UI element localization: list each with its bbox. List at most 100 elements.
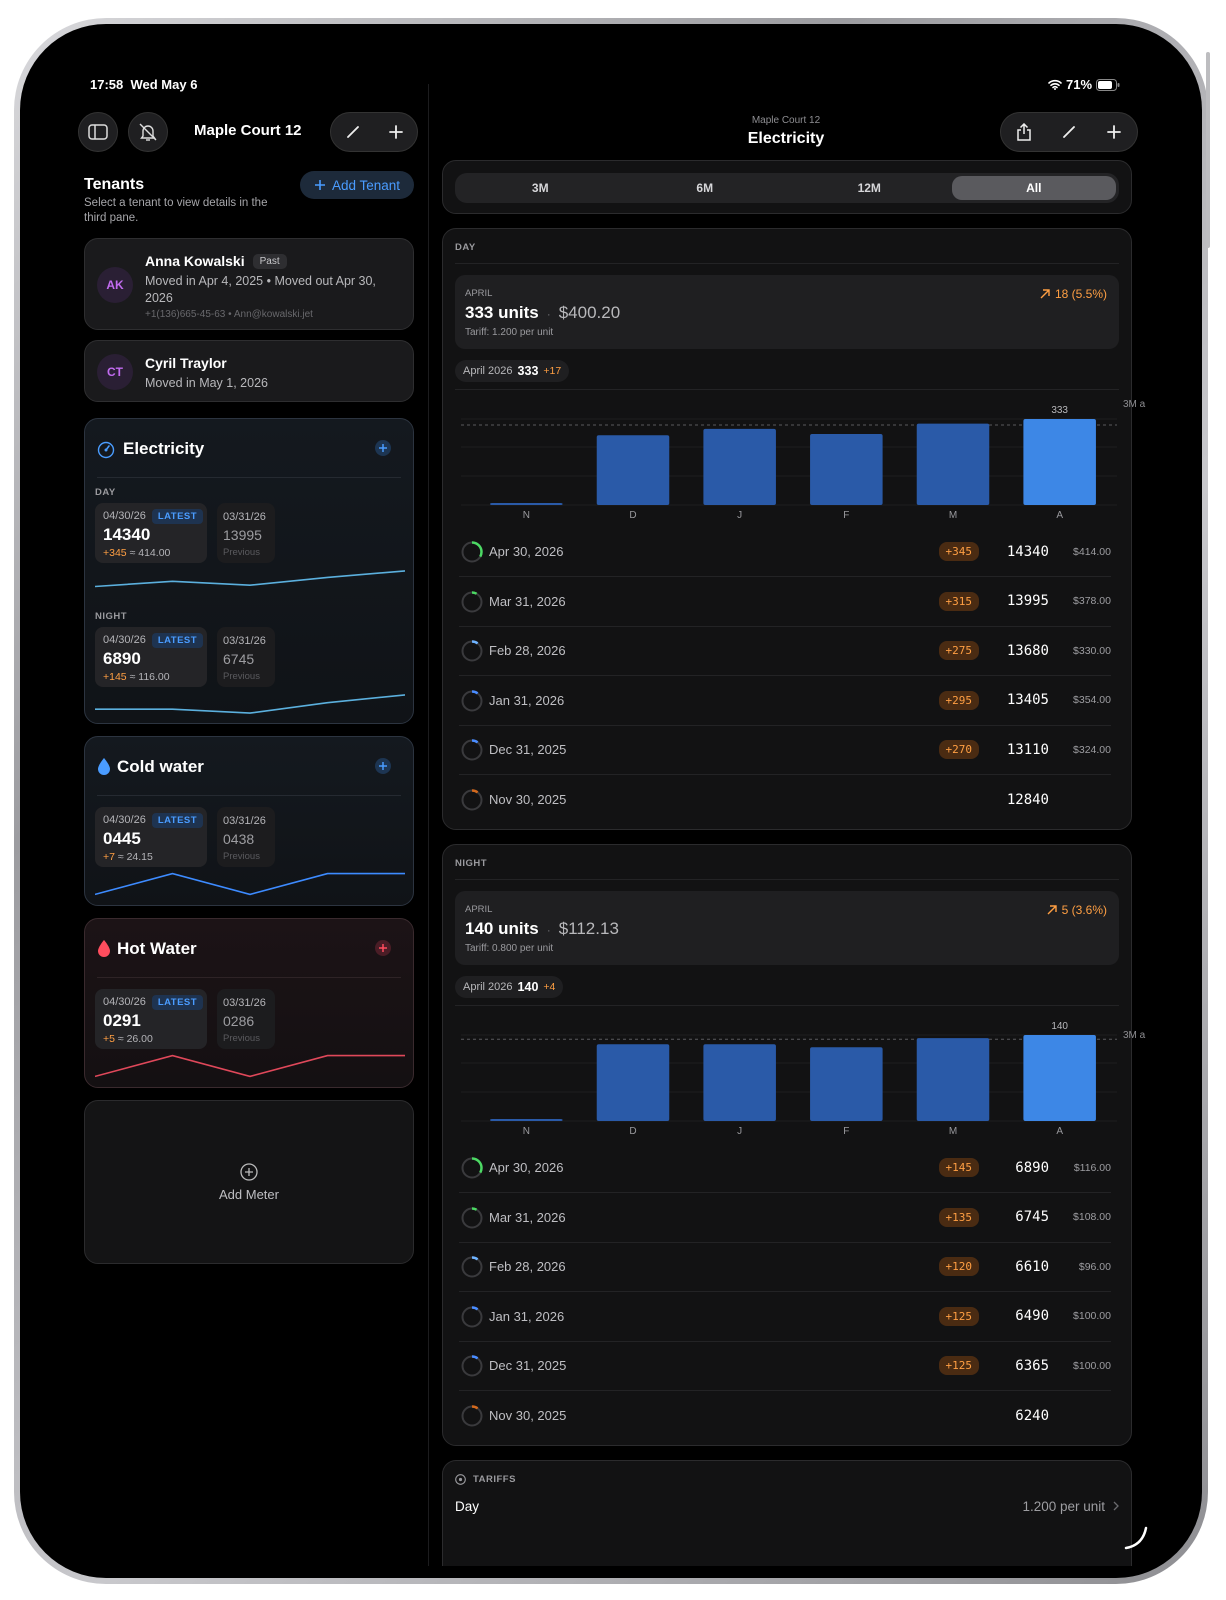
latest-badge: LATEST [151,509,204,524]
range-6m[interactable]: 6M [623,176,788,200]
progress-ring-icon [461,1305,483,1328]
plus-icon [379,944,387,952]
arrow-up-right-icon [1040,289,1050,299]
device-frame: 17:58 Wed May 6 71% Maple Court 12 Tenan… [14,18,1208,1584]
history-value: 13995 [1006,593,1049,609]
progress-ring-icon [461,689,483,712]
history-row[interactable]: Dec 31, 2025 +125 6365 $100.00 [459,1341,1111,1391]
share-button[interactable] [1001,113,1046,151]
notifications-button[interactable] [128,112,168,152]
bar-N[interactable] [490,1119,563,1121]
tenant-dates: Moved in May 1, 2026 [145,376,268,390]
history-row[interactable]: Jan 31, 2026 +295 13405 $354.00 [459,676,1111,726]
history-value: 14340 [1006,543,1049,560]
divider [455,263,1119,264]
previous-label: Previous [223,547,260,558]
add-meter-button[interactable]: Add Meter [84,1100,414,1264]
history-value: 6365 [1015,1357,1049,1374]
sparkline-path [95,1054,405,1078]
tariff-row[interactable]: Day 1.200 per unit [455,1495,1119,1517]
add-tenant-button[interactable]: Add Tenant [300,171,414,199]
bar-F[interactable] [810,1047,883,1121]
edit-button[interactable] [331,113,374,151]
add-button[interactable] [374,113,417,151]
badge-period: April 2026 [463,981,513,993]
tick-label: M [949,510,957,521]
reading-date: 03/31/26 [223,815,266,827]
add-reading-button[interactable] [375,758,391,774]
history-row[interactable]: Nov 30, 2025 12840 [459,775,1111,825]
bar-M[interactable] [916,1038,990,1121]
history-row[interactable]: Feb 28, 2026 +120 6610 $96.00 [459,1242,1111,1292]
history-delta: +125 [938,1356,979,1375]
history-row[interactable]: Feb 28, 2026 +275 13680 $330.00 [459,626,1111,676]
tenant-card-anna[interactable]: AK Anna Kowalski Past Moved in Apr 4, 20… [84,238,414,330]
range-all[interactable]: All [951,176,1116,200]
avatar: AK [97,267,133,303]
add-reading-button[interactable] [375,440,391,456]
previous-reading: 03/31/26 0438 Previous [217,807,275,867]
detail-actions [1000,112,1138,152]
tenants-title: Tenants [84,176,145,193]
history-row[interactable]: Apr 30, 2026 +145 6890 $116.00 [459,1143,1111,1193]
range-3m[interactable]: 3M [458,176,623,200]
reading-delta: +7 [103,851,115,863]
bar-D[interactable] [596,435,670,505]
bar-J[interactable] [703,428,776,505]
tick-label: J [737,1126,742,1137]
progress-ring-icon [461,1355,483,1377]
history-value: 13680 [1006,642,1049,659]
plus-icon [379,444,387,452]
tenant-name: Anna Kowalski [145,253,245,269]
bar-D[interactable] [596,1044,670,1121]
progress-ring-icon [461,1256,483,1278]
tenant-name-row: Anna Kowalski Past [145,253,287,269]
summary-tariff: Tariff: 1.200 per unit [465,327,554,338]
avatar: CT [97,354,133,390]
reading-date: 03/31/26 [223,997,266,1009]
history-delta: +145 [938,1158,979,1177]
meter-card-cold-water[interactable]: Cold water 04/30/26 LATEST 0445 +7 ≈ 24.1… [84,736,414,906]
add-reading-button[interactable] [375,940,391,956]
badge-delta: +17 [543,365,562,377]
tenant-card-cyril[interactable]: CT Cyril Traylor Moved in May 1, 2026 [84,340,414,402]
history-row[interactable]: Nov 30, 2025 6240 [459,1391,1111,1441]
history-row[interactable]: Apr 30, 2026 +345 14340 $414.00 [459,527,1111,577]
history-row[interactable]: Mar 31, 2026 +315 13995 $378.00 [459,577,1111,627]
side-button [1206,52,1210,248]
previous-label: Previous [223,671,260,682]
meter-card-electricity[interactable]: Electricity DAY 04/30/26 LATEST 14340 +34… [84,418,414,724]
history-cost: $100.00 [1073,1359,1111,1372]
range-12m[interactable]: 12M [787,176,952,200]
period-badge: April 2026 333 +17 [455,360,570,382]
history-cost: $108.00 [1073,1211,1111,1223]
reading-value: 0286 [223,1013,255,1029]
bar-F[interactable] [810,433,883,505]
history-date: Mar 31, 2026 [489,593,566,609]
bar-M[interactable] [916,423,990,505]
previous-label: Previous [223,1033,260,1044]
meter-card-hot-water[interactable]: Hot Water 04/30/26 LATEST 0291 +5 ≈ 26.00… [84,918,414,1088]
reading-date: 04/30/26 [103,510,146,522]
bar-A[interactable] [1023,1035,1096,1121]
sparkline-path [95,570,405,588]
bezel: 17:58 Wed May 6 71% Maple Court 12 Tenan… [20,24,1202,1578]
history-row[interactable]: Mar 31, 2026 +135 6745 $108.00 [459,1193,1111,1243]
history-row[interactable]: Dec 31, 2025 +270 13110 $324.00 [459,725,1111,775]
bar-value-label: 140 [1051,1021,1068,1032]
sidebar-toggle-button[interactable] [78,112,118,152]
home-indicator-arc [1124,1526,1148,1550]
bar-N[interactable] [490,503,563,505]
edit-button[interactable] [1046,113,1091,151]
bar-J[interactable] [703,1044,776,1121]
sparkline [95,570,405,588]
gauge-icon [97,441,115,459]
droplet-icon [98,758,110,775]
history-row[interactable]: Jan 31, 2026 +125 6490 $100.00 [459,1292,1111,1342]
badge-period: April 2026 [463,365,513,377]
history-cost: $414.00 [1073,545,1111,558]
bar-A[interactable] [1023,419,1096,505]
add-button[interactable] [1092,113,1137,151]
divider [97,977,401,978]
range-panel: 3M 6M 12M All [442,160,1132,214]
